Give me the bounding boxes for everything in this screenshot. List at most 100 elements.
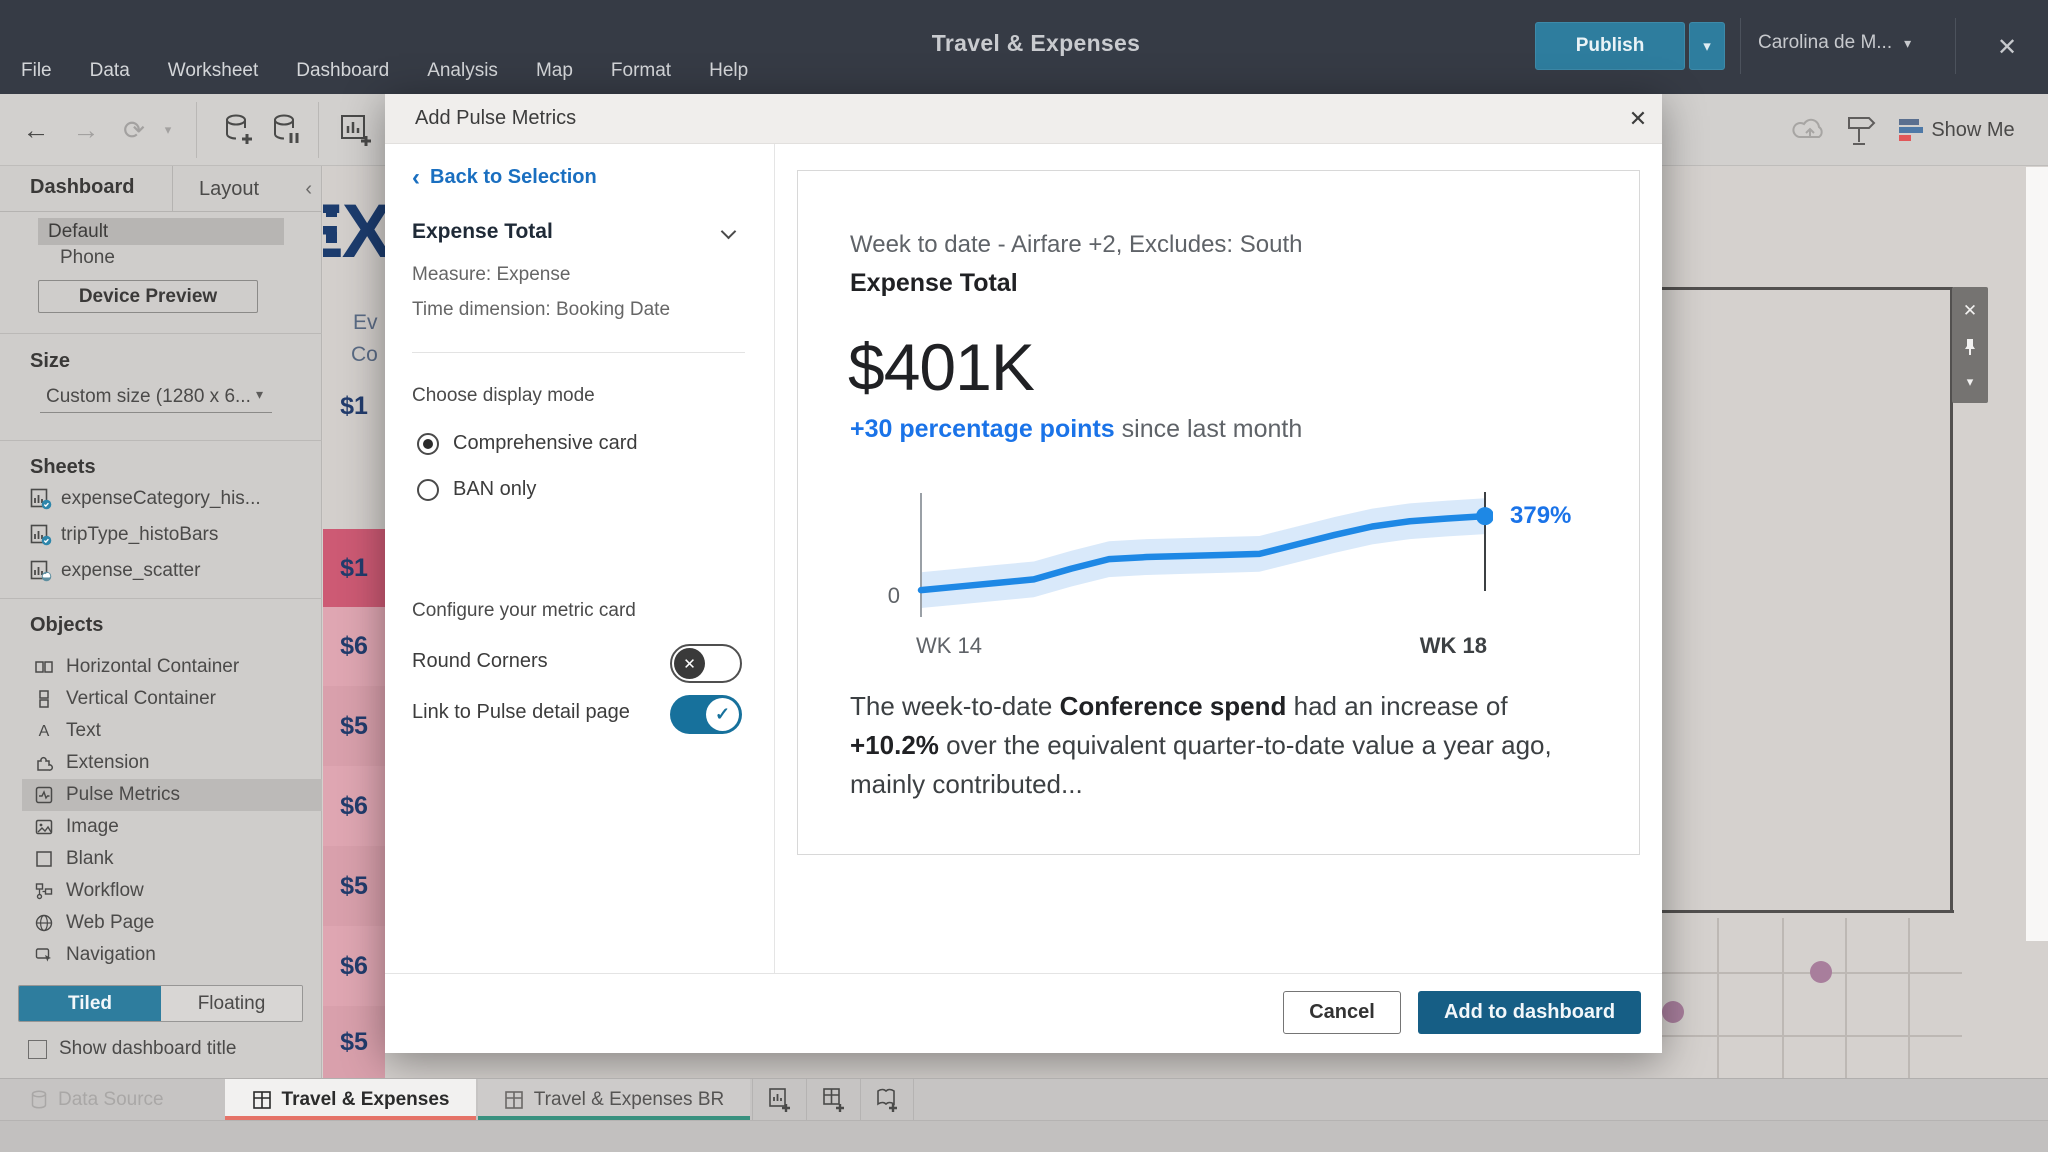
new-story-tab-button[interactable] xyxy=(860,1079,914,1121)
new-data-source-button[interactable] xyxy=(214,94,262,166)
layout-mode-toggle: Tiled Floating xyxy=(18,985,303,1022)
link-detail-toggle[interactable]: ✓ xyxy=(670,695,742,734)
object-web-page[interactable]: Web Page xyxy=(22,907,322,939)
menu-dashboard[interactable]: Dashboard xyxy=(296,60,389,82)
sheet-chart-icon xyxy=(30,488,52,510)
dialog-footer: Cancel Add to dashboard xyxy=(385,973,1662,1053)
divider xyxy=(0,598,322,599)
menu-analysis[interactable]: Analysis xyxy=(427,60,498,82)
status-bar xyxy=(0,1120,2048,1152)
size-section-title: Size xyxy=(30,350,71,372)
show-me-icon[interactable] xyxy=(1890,94,1930,166)
device-item-default[interactable]: Default xyxy=(38,218,284,245)
chevron-down-icon[interactable] xyxy=(720,223,737,240)
divider xyxy=(0,333,322,334)
display-mode-title: Choose display mode xyxy=(412,385,595,406)
share-button[interactable] xyxy=(1786,94,1834,166)
toolbar-separator xyxy=(318,102,319,158)
scatter-point[interactable] xyxy=(1810,961,1832,983)
titlebar-separator xyxy=(1740,18,1741,74)
radio-comprehensive-card[interactable]: Comprehensive card xyxy=(417,432,638,455)
pane-tabs: Dashboard Layout ‹ xyxy=(0,166,322,212)
database-add-icon xyxy=(226,114,252,144)
caret-down-icon: ▾ xyxy=(1904,34,1912,51)
sheet-item[interactable]: expense_scatter xyxy=(30,560,200,582)
add-to-dashboard-button[interactable]: Add to dashboard xyxy=(1418,991,1641,1034)
publish-dropdown-button[interactable]: ▾ xyxy=(1689,22,1725,70)
gridline xyxy=(1845,918,1847,1078)
cancel-button[interactable]: Cancel xyxy=(1283,991,1401,1034)
dialog-title: Add Pulse Metrics xyxy=(415,107,577,129)
replay-dropdown-button[interactable]: ▾ xyxy=(156,94,180,166)
table-row[interactable]: $6 xyxy=(323,607,385,686)
publish-button[interactable]: Publish xyxy=(1535,22,1685,70)
show-dashboard-title-checkbox[interactable] xyxy=(28,1039,47,1059)
menu-worksheet[interactable]: Worksheet xyxy=(168,60,258,82)
card-subtitle: Week to date - Airfare +2, Excludes: Sou… xyxy=(850,231,1303,258)
presentation-mode-button[interactable] xyxy=(1838,94,1886,166)
show-me-button[interactable]: Show Me xyxy=(1928,94,2018,166)
table-row[interactable]: $6 xyxy=(323,766,385,846)
remove-icon[interactable]: ✕ xyxy=(1963,302,1977,319)
new-worksheet-button[interactable] xyxy=(332,94,380,166)
table-row[interactable]: $6 xyxy=(323,926,385,1006)
object-extension[interactable]: Extension xyxy=(22,747,322,779)
table-row[interactable]: $5 xyxy=(323,1006,385,1078)
size-dropdown[interactable]: Custom size (1280 x 6... xyxy=(40,384,272,413)
object-text[interactable]: A Text xyxy=(22,715,322,747)
card-metric-title: Expense Total xyxy=(850,269,1018,297)
device-preview-button[interactable]: Device Preview xyxy=(38,280,258,313)
globe-icon xyxy=(35,914,53,932)
table-row[interactable]: $1 xyxy=(323,529,385,607)
pause-auto-updates-button[interactable] xyxy=(262,94,310,166)
tab-travel-expenses[interactable]: Travel & Expenses xyxy=(225,1079,476,1121)
card-big-value: $401K xyxy=(848,330,1035,404)
sheet-item[interactable]: expenseCategory_his... xyxy=(30,488,261,510)
data-source-tab[interactable]: Data Source xyxy=(30,1079,164,1121)
user-menu[interactable]: Carolina de M... ▾ xyxy=(1758,32,1911,54)
tab-layout[interactable]: Layout ‹ xyxy=(172,166,322,212)
object-workflow[interactable]: Workflow xyxy=(22,875,322,907)
tiled-button[interactable]: Tiled xyxy=(19,986,161,1021)
window-close-button[interactable]: ✕ xyxy=(1990,30,2024,64)
titlebar-separator xyxy=(1955,18,1956,74)
round-corners-toggle[interactable]: ✕ xyxy=(670,644,742,683)
collapse-pane-icon[interactable]: ‹ xyxy=(305,178,312,201)
undo-button[interactable]: ← xyxy=(14,94,58,166)
object-blank[interactable]: Blank xyxy=(22,843,322,875)
link-detail-label: Link to Pulse detail page xyxy=(412,701,630,723)
tableau-desktop-window: File Data Worksheet Dashboard Analysis M… xyxy=(0,0,2048,1152)
device-item-phone[interactable]: Phone xyxy=(60,247,115,269)
tab-dashboard[interactable]: Dashboard xyxy=(30,176,134,199)
replay-button[interactable]: ⟳ xyxy=(112,94,156,166)
object-vertical-container[interactable]: Vertical Container xyxy=(22,683,322,715)
object-navigation[interactable]: Navigation xyxy=(22,939,322,971)
pulse-metrics-icon xyxy=(35,786,53,804)
object-image[interactable]: Image xyxy=(22,811,322,843)
menu-help[interactable]: Help xyxy=(709,60,748,82)
configure-title: Configure your metric card xyxy=(412,600,636,621)
dialog-close-button[interactable]: ✕ xyxy=(1623,104,1653,134)
y-axis-zero-label: 0 xyxy=(887,583,900,608)
menu-format[interactable]: Format xyxy=(611,60,671,82)
new-dashboard-tab-button[interactable] xyxy=(806,1079,860,1121)
sheet-item[interactable]: tripType_histoBars xyxy=(30,524,218,546)
radio-ban-only[interactable]: BAN only xyxy=(417,478,536,501)
tab-travel-expenses-br[interactable]: Travel & Expenses BR xyxy=(478,1079,750,1121)
table-row[interactable]: $5 xyxy=(323,846,385,926)
caret-down-icon[interactable]: ▾ xyxy=(1967,375,1974,388)
pin-icon[interactable] xyxy=(1962,337,1978,357)
menu-file[interactable]: File xyxy=(21,60,52,82)
redo-button[interactable]: → xyxy=(64,94,108,166)
table-row[interactable]: $5 xyxy=(323,686,385,766)
object-horizontal-container[interactable]: Horizontal Container xyxy=(22,651,322,683)
menu-map[interactable]: Map xyxy=(536,60,573,82)
scatter-point[interactable] xyxy=(1662,1001,1684,1023)
floating-button[interactable]: Floating xyxy=(161,986,302,1021)
back-to-selection-link[interactable]: ‹ Back to Selection xyxy=(412,165,597,189)
object-pulse-metrics[interactable]: Pulse Metrics xyxy=(22,779,322,811)
new-worksheet-tab-button[interactable] xyxy=(752,1079,806,1121)
menu-data[interactable]: Data xyxy=(90,60,130,82)
toggle-off-icon: ✕ xyxy=(674,648,705,679)
gridline xyxy=(1717,918,1719,1078)
